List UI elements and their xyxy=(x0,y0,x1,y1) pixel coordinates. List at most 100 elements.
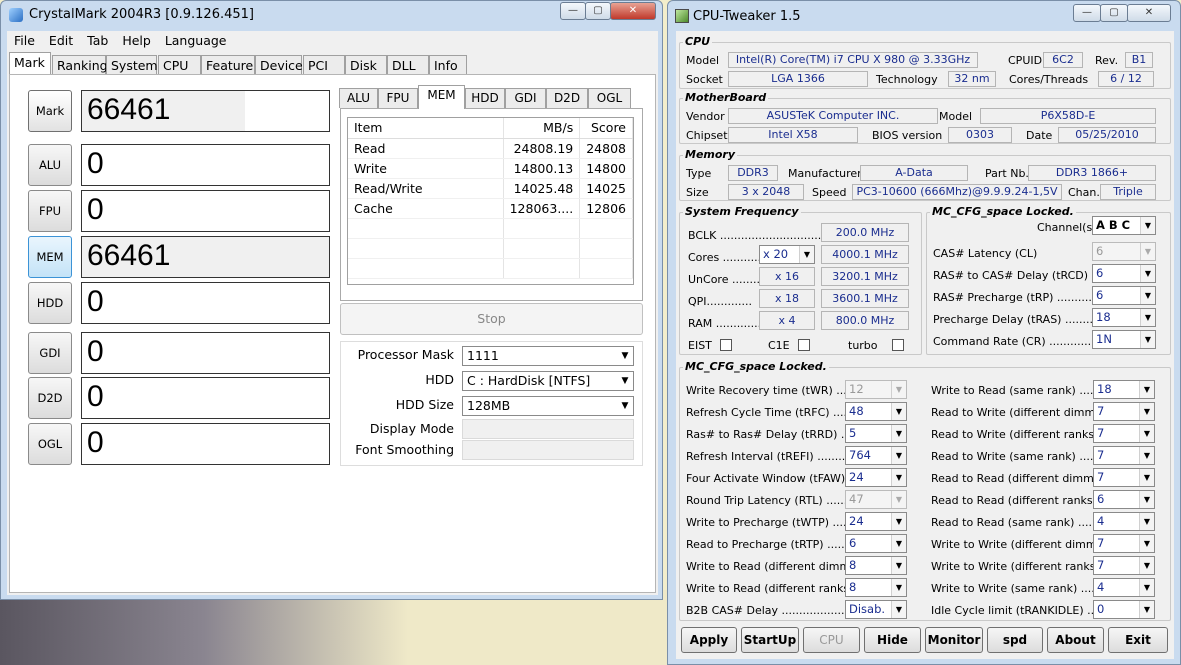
group-title: MotherBoard xyxy=(683,91,769,104)
c1e-checkbox[interactable] xyxy=(798,339,810,351)
minimize-button[interactable]: — xyxy=(560,2,586,20)
timing-select[interactable]: 0 ▼ xyxy=(1093,600,1155,619)
timing-select[interactable]: 7 ▼ xyxy=(1093,556,1155,575)
maximize-button[interactable]: ▢ xyxy=(1100,4,1128,22)
hdd-select[interactable]: C : HardDisk [NTFS] ▼ xyxy=(462,371,634,391)
minimize-button[interactable]: — xyxy=(1073,4,1101,22)
about-button[interactable]: About xyxy=(1047,627,1104,653)
maximize-button[interactable]: ▢ xyxy=(585,2,611,20)
exit-button[interactable]: Exit xyxy=(1108,627,1168,653)
tab-cpu[interactable]: CPU xyxy=(158,55,201,74)
tab-dll[interactable]: DLL xyxy=(387,55,429,74)
startup-button[interactable]: StartUp xyxy=(741,627,799,653)
spd-button[interactable]: spd xyxy=(987,627,1043,653)
cores-multiplier-select[interactable]: x 20 ▼ xyxy=(759,245,815,264)
display-mode-label: Display Mode xyxy=(369,421,454,436)
tab-mark[interactable]: Mark xyxy=(9,52,51,75)
tab-info[interactable]: Info xyxy=(429,55,467,74)
tab-disk[interactable]: Disk xyxy=(345,55,387,74)
timing-label: Round Trip Latency (RTL) ........ xyxy=(686,494,855,507)
timing-select[interactable]: 4 ▼ xyxy=(1093,578,1155,597)
timing-select[interactable]: 6 ▼ xyxy=(845,534,907,553)
apply-button[interactable]: Apply xyxy=(681,627,737,653)
hdd-button[interactable]: HDD xyxy=(28,282,72,324)
channels-select[interactable]: A B C ▼ xyxy=(1092,216,1156,235)
subtab-gdi[interactable]: GDI xyxy=(505,88,546,108)
timing-select[interactable]: 6 ▼ xyxy=(1093,490,1155,509)
cas-latency-select[interactable]: 6 ▼ xyxy=(1092,242,1156,261)
chevron-down-icon: ▼ xyxy=(891,535,906,552)
close-button[interactable]: ✕ xyxy=(1127,4,1171,22)
gdi-score: 0 xyxy=(81,332,330,374)
command-rate-select[interactable]: 1N ▼ xyxy=(1092,330,1156,349)
close-button[interactable]: ✕ xyxy=(610,2,656,20)
trcd-select[interactable]: 6 ▼ xyxy=(1092,264,1156,283)
hdd-size-label: HDD Size xyxy=(395,397,454,412)
subtab-fpu[interactable]: FPU xyxy=(378,88,418,108)
tab-ranking[interactable]: Ranking xyxy=(52,55,108,74)
timing-select[interactable]: 47 ▼ xyxy=(845,490,907,509)
timing-select[interactable]: 7 ▼ xyxy=(1093,534,1155,553)
menu-help[interactable]: Help xyxy=(115,31,158,48)
timing-select[interactable]: 4 ▼ xyxy=(1093,512,1155,531)
tab-pci[interactable]: PCI xyxy=(303,55,345,74)
col-mbs[interactable]: MB/s xyxy=(503,118,581,139)
menu-tab[interactable]: Tab xyxy=(80,31,115,48)
timing-select[interactable]: 24 ▼ xyxy=(845,512,907,531)
subtab-alu[interactable]: ALU xyxy=(339,88,378,108)
chevron-down-icon: ▼ xyxy=(1139,579,1154,596)
timing-select[interactable]: 24 ▼ xyxy=(845,468,907,487)
monitor-button[interactable]: Monitor xyxy=(925,627,983,653)
col-score[interactable]: Score xyxy=(579,118,633,139)
timing-select[interactable]: 8 ▼ xyxy=(845,578,907,597)
alu-button[interactable]: ALU xyxy=(28,144,72,186)
timing-select[interactable]: Disab. ▼ xyxy=(845,600,907,619)
timing-select[interactable]: 7 ▼ xyxy=(1093,446,1155,465)
cell-mbs: 24808.19 xyxy=(503,138,581,159)
fpu-button[interactable]: FPU xyxy=(28,190,72,232)
subtab-ogl[interactable]: OGL xyxy=(588,88,631,108)
subtab-d2d[interactable]: D2D xyxy=(546,88,588,108)
trp-select[interactable]: 6 ▼ xyxy=(1092,286,1156,305)
menu-language[interactable]: Language xyxy=(158,31,234,48)
eist-checkbox[interactable] xyxy=(720,339,732,351)
timing-select[interactable]: 8 ▼ xyxy=(845,556,907,575)
d2d-button[interactable]: D2D xyxy=(28,377,72,419)
timing-select[interactable]: 7 ▼ xyxy=(1093,468,1155,487)
timing-select[interactable]: 7 ▼ xyxy=(1093,402,1155,421)
col-item[interactable]: Item xyxy=(348,118,504,139)
font-smoothing-select[interactable] xyxy=(462,440,634,460)
hide-button[interactable]: Hide xyxy=(864,627,921,653)
timing-select[interactable]: 5 ▼ xyxy=(845,424,907,443)
label: Part Nb. xyxy=(985,167,1029,180)
chevron-down-icon: ▼ xyxy=(799,246,814,263)
stop-button[interactable]: Stop xyxy=(340,303,643,335)
gdi-button[interactable]: GDI xyxy=(28,332,72,374)
mark-button[interactable]: Mark xyxy=(28,90,72,132)
fpu-score: 0 xyxy=(81,190,330,232)
subtab-hdd[interactable]: HDD xyxy=(465,88,505,108)
timing-select[interactable]: 764 ▼ xyxy=(845,446,907,465)
timing-select[interactable]: 7 ▼ xyxy=(1093,424,1155,443)
tras-select[interactable]: 18 ▼ xyxy=(1092,308,1156,327)
tab-device[interactable]: Device xyxy=(255,55,303,74)
cpu-button[interactable]: CPU xyxy=(803,627,860,653)
mem-results-list[interactable]: Item MB/s Score Read 24808.19 24808 Write 1… xyxy=(347,117,634,285)
turbo-checkbox[interactable] xyxy=(892,339,904,351)
menu-edit[interactable]: Edit xyxy=(42,31,80,48)
timing-select[interactable]: 12 ▼ xyxy=(845,380,907,399)
timing-select[interactable]: 18 ▼ xyxy=(1093,380,1155,399)
hdd-size-select[interactable]: 128MB ▼ xyxy=(462,396,634,416)
processor-mask-select[interactable]: 1111 ▼ xyxy=(462,346,634,366)
cell-score: 12806 xyxy=(579,198,633,219)
tab-system[interactable]: System xyxy=(106,55,158,74)
tab-feature[interactable]: Feature xyxy=(201,55,255,74)
subtab-mem[interactable]: MEM xyxy=(418,85,465,109)
timing-value: 4 xyxy=(1097,580,1105,594)
alu-score: 0 xyxy=(81,144,330,186)
timing-select[interactable]: 48 ▼ xyxy=(845,402,907,421)
ogl-button[interactable]: OGL xyxy=(28,423,72,465)
display-mode-select[interactable] xyxy=(462,419,634,439)
mem-button[interactable]: MEM xyxy=(28,236,72,278)
menu-file[interactable]: File xyxy=(7,31,42,48)
